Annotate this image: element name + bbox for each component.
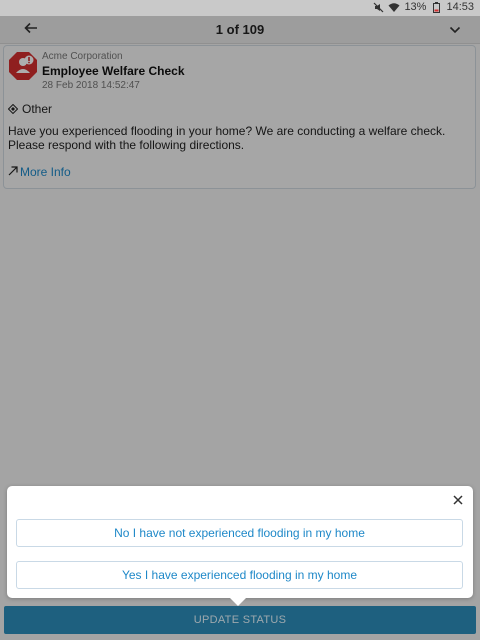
option-yes-flooding[interactable]: Yes I have experienced flooding in my ho… bbox=[16, 561, 463, 589]
wifi-icon bbox=[388, 1, 400, 13]
popover-pointer bbox=[229, 597, 247, 606]
clock: 14:53 bbox=[446, 1, 474, 13]
battery-low-icon bbox=[430, 1, 442, 13]
option-no-flooding[interactable]: No I have not experienced flooding in my… bbox=[16, 519, 463, 547]
battery-percent: 13% bbox=[404, 1, 427, 13]
close-icon bbox=[453, 492, 463, 510]
response-popover: No I have not experienced flooding in my… bbox=[7, 486, 473, 598]
mute-icon bbox=[372, 1, 384, 13]
close-button[interactable] bbox=[451, 494, 465, 508]
status-bar: 13% 14:53 bbox=[0, 0, 480, 16]
status-icons: 13% 14:53 bbox=[372, 1, 474, 13]
update-status-button[interactable]: UPDATE STATUS bbox=[4, 606, 476, 634]
